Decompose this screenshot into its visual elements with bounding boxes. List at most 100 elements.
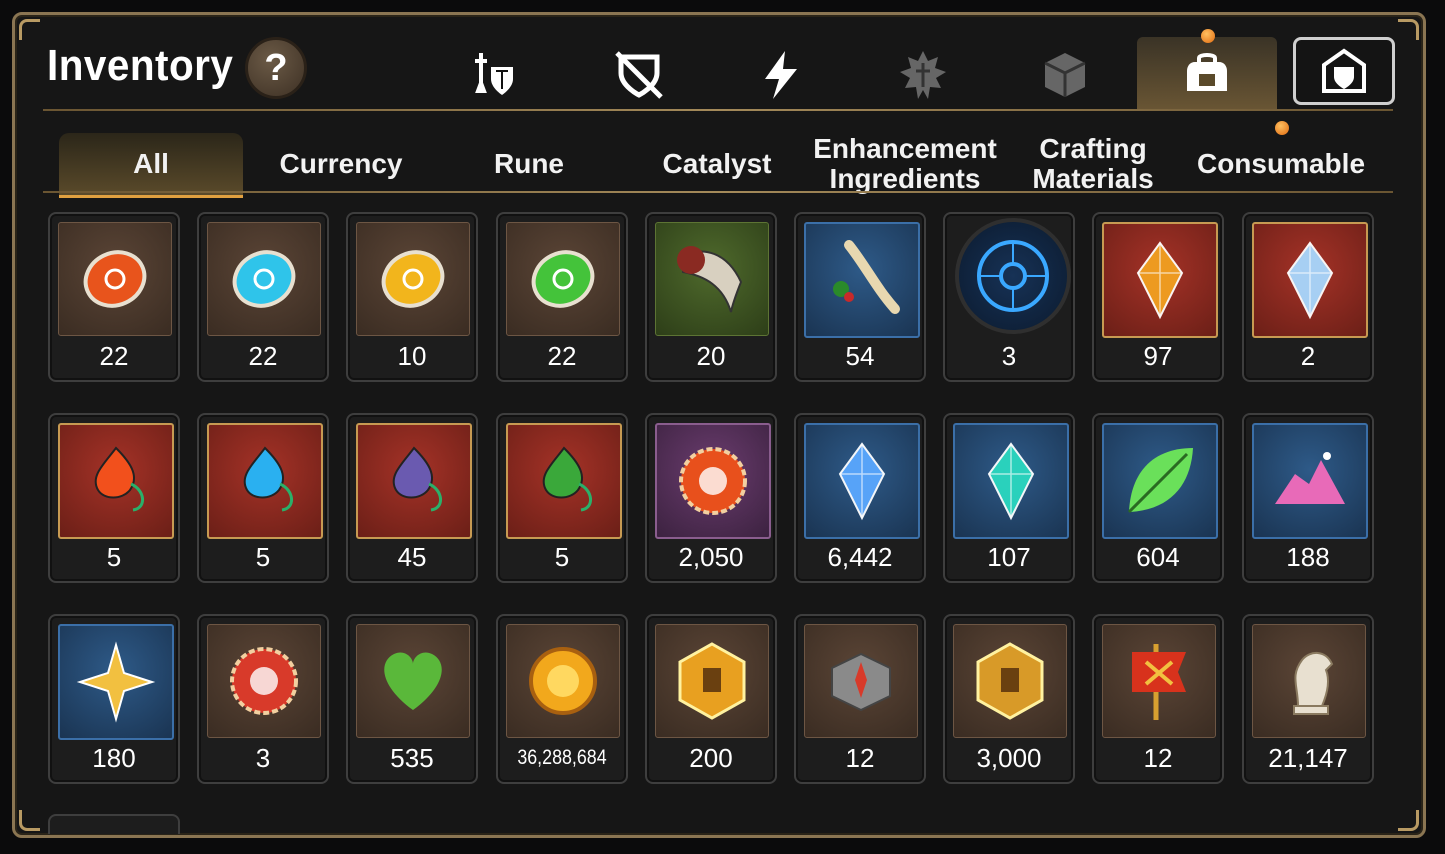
item-slot[interactable]: 10	[346, 212, 478, 382]
item-art	[1102, 222, 1218, 338]
item-slot[interactable]: 97	[1092, 212, 1224, 382]
item-art	[1102, 624, 1216, 738]
item-quantity: 22	[99, 341, 129, 371]
tabs-divider	[43, 191, 1393, 193]
item-quantity: 12	[1143, 743, 1173, 773]
frame-corner	[1398, 810, 1419, 831]
item-quantity: 2,050	[678, 542, 744, 572]
item-slot[interactable]: 21,147	[1242, 614, 1374, 784]
beast-claw-icon	[677, 246, 743, 313]
chess-knight-icon	[1293, 652, 1334, 715]
item-quantity: 535	[390, 743, 434, 773]
item-slot[interactable]: 12	[794, 614, 926, 784]
spiked-emblem-icon[interactable]	[893, 45, 953, 105]
item-art	[207, 423, 323, 539]
header-divider	[43, 109, 1393, 111]
frame-corner	[19, 19, 40, 40]
item-art	[58, 423, 174, 539]
tab-enhancement-ingredients[interactable]: Enhancement Ingredients	[813, 133, 997, 195]
item-slot[interactable]: 3,000	[943, 614, 1075, 784]
item-art	[655, 624, 769, 738]
tab-crafting-materials[interactable]: Crafting Materials	[1003, 133, 1183, 195]
item-slot[interactable]: 188	[1242, 413, 1374, 583]
item-art	[58, 624, 174, 740]
fire-rune-stone-icon	[83, 250, 147, 308]
item-quantity: 6,442	[827, 542, 893, 572]
item-art	[356, 423, 472, 539]
item-slot[interactable]: 22	[197, 212, 329, 382]
item-slot-partial[interactable]	[48, 814, 180, 834]
item-art	[953, 423, 1069, 539]
item-art	[1252, 624, 1366, 738]
item-slot[interactable]: 3	[943, 212, 1075, 382]
item-quantity: 3	[255, 743, 271, 773]
item-quantity: 10	[397, 341, 427, 371]
item-art	[1252, 222, 1368, 338]
wind-rune-stone-icon	[531, 250, 595, 308]
item-slot[interactable]: 12	[1092, 614, 1224, 784]
tab-rune[interactable]: Rune	[439, 133, 619, 195]
item-art	[955, 218, 1071, 334]
sword-shield-icon[interactable]	[465, 45, 525, 105]
green-heart-icon	[384, 652, 442, 710]
frame-corner	[1398, 19, 1419, 40]
item-slot[interactable]: 20	[645, 212, 777, 382]
item-slot[interactable]: 107	[943, 413, 1075, 583]
item-art	[207, 222, 321, 336]
item-slot[interactable]: 22	[48, 212, 180, 382]
tab-all[interactable]: All	[59, 133, 243, 198]
fist-emblem-icon	[976, 642, 1044, 720]
item-slot[interactable]: 180	[48, 614, 180, 784]
tab-currency[interactable]: Currency	[251, 133, 431, 195]
item-slot[interactable]: 2	[1242, 212, 1374, 382]
item-quantity: 107	[987, 542, 1031, 572]
item-slot[interactable]: 2,050	[645, 413, 777, 583]
item-art	[1102, 423, 1218, 539]
broken-shield-icon[interactable]	[609, 45, 669, 105]
item-slot[interactable]: 535	[346, 614, 478, 784]
item-slot[interactable]: 3	[197, 614, 329, 784]
lightning-icon[interactable]	[751, 45, 811, 105]
item-slot[interactable]: 54	[794, 212, 926, 382]
item-art	[804, 222, 920, 338]
item-art	[506, 624, 620, 738]
pink-ore-icon	[1275, 452, 1345, 504]
item-quantity: 54	[845, 341, 875, 371]
item-slot[interactable]: 36,288,684	[496, 614, 628, 784]
item-slot[interactable]: 5	[197, 413, 329, 583]
item-slot[interactable]: 604	[1092, 413, 1224, 583]
item-quantity: 3	[1001, 341, 1017, 371]
frame-corner	[19, 810, 40, 831]
item-quantity: 5	[106, 542, 122, 572]
item-quantity: 45	[397, 542, 427, 572]
tab-catalyst[interactable]: Catalyst	[627, 133, 807, 195]
item-art	[655, 222, 769, 336]
item-slot[interactable]: 5	[48, 413, 180, 583]
guild-button[interactable]	[1293, 37, 1395, 105]
rune-circle-icon	[977, 240, 1049, 312]
gold-coin-icon	[529, 647, 597, 715]
item-quantity: 22	[248, 341, 278, 371]
item-slot[interactable]: 45	[346, 413, 478, 583]
item-slot[interactable]: 5	[496, 413, 628, 583]
void-amulet-icon	[392, 446, 442, 512]
gold-hexagon-badge-icon	[678, 642, 746, 720]
item-art	[953, 624, 1067, 738]
notification-dot	[1201, 29, 1215, 43]
item-art	[655, 423, 771, 539]
item-art	[506, 423, 622, 539]
water-amulet-icon	[243, 446, 293, 512]
item-art	[58, 222, 172, 336]
amber-crystal-icon	[1136, 241, 1184, 320]
help-button[interactable]: ?	[245, 37, 307, 99]
backpack-tab[interactable]	[1137, 29, 1277, 111]
item-quantity: 5	[255, 542, 271, 572]
item-art	[506, 222, 620, 336]
item-slot[interactable]: 200	[645, 614, 777, 784]
item-slot[interactable]: 6,442	[794, 413, 926, 583]
tab-consumable[interactable]: Consumable	[1191, 133, 1371, 195]
item-slot[interactable]: 22	[496, 212, 628, 382]
fire-amulet-icon	[94, 446, 144, 512]
item-quantity: 5	[554, 542, 570, 572]
cube-icon[interactable]	[1035, 45, 1095, 105]
